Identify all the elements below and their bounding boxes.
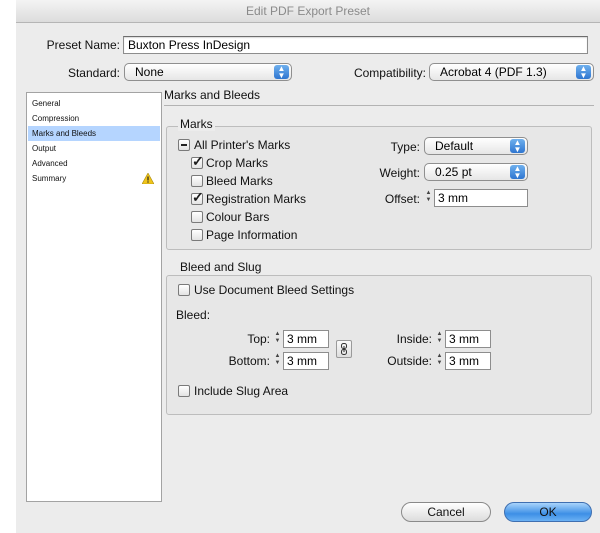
sidebar-item-label: General	[32, 99, 61, 108]
outside-field[interactable]: 3 mm	[445, 352, 491, 370]
sidebar-item-label: Advanced	[32, 159, 68, 168]
sidebar-item-compression[interactable]: Compression	[28, 111, 160, 126]
compatibility-label: Compatibility:	[353, 66, 426, 80]
checkmark-icon: ✓	[192, 153, 204, 169]
top-label: Top:	[247, 332, 270, 346]
bleed-slug-group-title: Bleed and Slug	[178, 260, 264, 274]
all-printers-marks-label: All Printer's Marks	[194, 138, 291, 152]
popup-arrows-icon: ▲ ▼	[274, 65, 289, 80]
weight-popup[interactable]: 0.25 pt ▲ ▼	[424, 163, 528, 181]
compatibility-popup[interactable]: Acrobat 4 (PDF 1.3) ▲ ▼	[429, 63, 594, 81]
panel-title: Marks and Bleeds	[164, 88, 261, 102]
page-information-checkbox[interactable]	[191, 229, 203, 241]
offset-label: Offset:	[384, 192, 420, 206]
inside-field[interactable]: 3 mm	[445, 330, 491, 348]
preset-name-label: Preset Name:	[46, 38, 120, 52]
compatibility-value: Acrobat 4 (PDF 1.3)	[440, 65, 547, 79]
edit-pdf-export-preset-dialog: Edit PDF Export Preset Preset Name: Buxt…	[16, 0, 600, 533]
offset-stepper-icon[interactable]: ▲ ▼	[424, 190, 433, 204]
outside-label: Outside:	[387, 354, 432, 368]
all-printers-marks-checkbox[interactable]	[178, 139, 190, 151]
weight-label: Weight:	[379, 166, 420, 180]
bottom-field[interactable]: 3 mm	[283, 352, 329, 370]
outside-stepper-icon[interactable]: ▲ ▼	[435, 353, 444, 367]
inside-label: Inside:	[396, 332, 432, 346]
colour-bars-label: Colour Bars	[206, 210, 270, 224]
type-label: Type:	[390, 140, 420, 154]
checkmark-icon: ✓	[192, 189, 204, 205]
offset-field[interactable]: 3 mm	[434, 189, 528, 207]
include-slug-area-label: Include Slug Area	[194, 384, 289, 398]
sidebar-item-label: Summary	[32, 174, 67, 183]
bleed-marks-checkbox[interactable]	[191, 175, 203, 187]
colour-bars-checkbox[interactable]	[191, 211, 203, 223]
title-bar: Edit PDF Export Preset	[16, 0, 600, 23]
bleed-label: Bleed:	[176, 308, 211, 322]
sidebar-item-summary[interactable]: Summary	[28, 171, 160, 186]
sidebar-item-label: Compression	[32, 114, 80, 123]
sidebar-item-output[interactable]: Output	[28, 141, 160, 156]
use-document-bleed-label: Use Document Bleed Settings	[194, 283, 355, 297]
type-value: Default	[435, 139, 474, 153]
weight-value: 0.25 pt	[435, 165, 472, 179]
link-bleed-button[interactable]	[336, 340, 352, 358]
warning-icon	[141, 172, 155, 185]
top-field[interactable]: 3 mm	[283, 330, 329, 348]
sidebar-item-marks-and-bleeds[interactable]: Marks and Bleeds	[28, 126, 160, 141]
type-popup[interactable]: Default ▲ ▼	[424, 137, 528, 155]
bottom-stepper-icon[interactable]: ▲ ▼	[273, 353, 282, 367]
inside-stepper-icon[interactable]: ▲ ▼	[435, 331, 444, 345]
use-document-bleed-checkbox[interactable]	[178, 284, 190, 296]
cancel-button[interactable]: Cancel	[401, 502, 491, 522]
popup-arrows-icon: ▲ ▼	[576, 65, 591, 80]
standard-popup[interactable]: None ▲ ▼	[124, 63, 292, 81]
standard-value: None	[135, 65, 164, 79]
window-title: Edit PDF Export Preset	[245, 4, 371, 18]
sidebar-item-label: Output	[32, 144, 57, 153]
sidebar-item-general[interactable]: General	[28, 96, 160, 111]
bottom-label: Bottom:	[228, 354, 270, 368]
standard-label: Standard:	[67, 66, 120, 80]
bleed-marks-label: Bleed Marks	[206, 174, 273, 188]
include-slug-area-checkbox[interactable]	[178, 385, 190, 397]
page-information-label: Page Information	[206, 228, 298, 242]
sidebar-item-advanced[interactable]: Advanced	[28, 156, 160, 171]
popup-arrows-icon: ▲ ▼	[510, 165, 525, 180]
crop-marks-label: Crop Marks	[206, 156, 269, 170]
ok-button[interactable]: OK	[504, 502, 592, 522]
panel-title-divider	[164, 105, 594, 106]
sidebar-item-label: Marks and Bleeds	[32, 129, 97, 138]
preset-name-field[interactable]: Buxton Press InDesign	[123, 36, 588, 54]
registration-marks-label: Registration Marks	[206, 192, 307, 206]
popup-arrows-icon: ▲ ▼	[510, 139, 525, 154]
top-stepper-icon[interactable]: ▲ ▼	[273, 331, 282, 345]
category-sidebar: General Compression Marks and Bleeds Out…	[26, 92, 162, 502]
marks-group-title: Marks	[178, 117, 215, 131]
